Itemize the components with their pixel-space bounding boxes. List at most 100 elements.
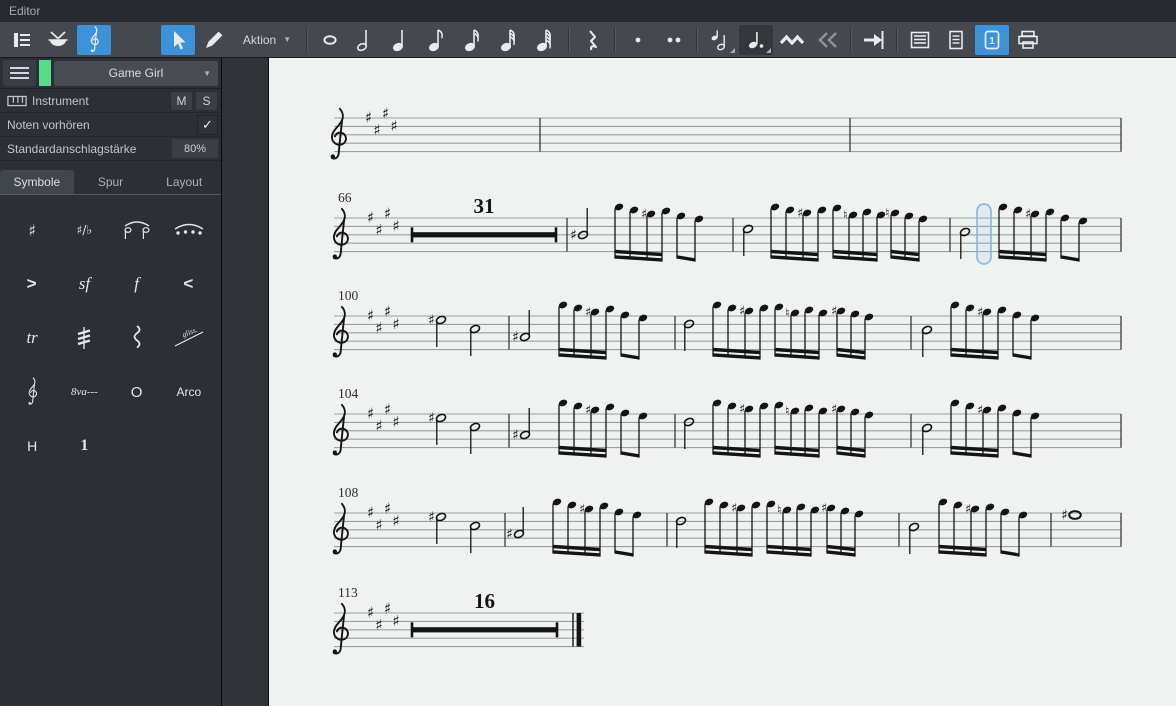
dotted-note-button[interactable]: [739, 24, 773, 55]
svg-text:♯: ♯: [376, 221, 383, 239]
tab-spur[interactable]: Spur: [74, 170, 148, 194]
svg-text:♯: ♯: [393, 217, 400, 235]
select-tool-button[interactable]: [161, 24, 195, 55]
palette-slur-symbol[interactable]: [163, 203, 215, 257]
slur-symbol-icon: [174, 223, 204, 235]
note-preview-row: Noten vorhören ✓: [0, 113, 221, 137]
palette-crescendo-symbol[interactable]: <: [163, 257, 215, 311]
zigzag-icon: [779, 34, 805, 45]
palette-glissando-symbol[interactable]: gliss.: [163, 311, 215, 365]
draw-tool-button[interactable]: [197, 25, 231, 55]
palette-h-chord-symbol[interactable]: H: [6, 419, 58, 473]
window-title-bar: Editor: [0, 0, 1176, 22]
toolbar-separator: [614, 26, 616, 53]
track-selector[interactable]: Game Girl ▼: [54, 60, 218, 86]
svg-text:♯: ♯: [570, 228, 577, 244]
grace-note-button[interactable]: [703, 25, 737, 55]
note-sixteenth-button[interactable]: [457, 25, 491, 55]
svg-text:♯: ♯: [831, 401, 837, 416]
editor-body: Game Girl ▼ Instrument M S Noten vorhöre…: [0, 58, 1176, 706]
nav-left-button[interactable]: [811, 25, 845, 55]
svg-text:♯: ♯: [977, 304, 983, 319]
tab-symbole[interactable]: Symbole: [0, 170, 74, 194]
svg-text:♯: ♯: [376, 417, 383, 435]
note-preview-label: Noten vorhören: [7, 117, 90, 132]
grace-icon: [711, 30, 725, 50]
rest-button[interactable]: [575, 25, 609, 55]
palette-forte-symbol[interactable]: f: [111, 257, 163, 311]
mute-button[interactable]: M: [170, 90, 193, 111]
event-list-button[interactable]: [5, 25, 39, 55]
palette-sforzando-symbol[interactable]: sf: [58, 257, 110, 311]
note-preview-checkbox[interactable]: ✓: [197, 114, 218, 135]
score-canvas[interactable]: ♯ ♯ ♯ ♯ 66 ♯ ♯ ♯ ♯ 31 ♯ ♯ ♯ ♮ ♮ ♯ 100 ♯ ♯ ♯ ♯ ♯ ♯ ♯ ♯ ♮ ♯ ♯ 104 ♯ ♯…: [269, 58, 1176, 706]
page-mode-button[interactable]: [939, 25, 973, 55]
palette-label: O: [130, 383, 143, 401]
chevrons-icon: [818, 31, 837, 48]
note-whole-button[interactable]: [313, 25, 347, 55]
toolbar-separator: [850, 26, 852, 53]
tab-layout[interactable]: Layout: [147, 170, 221, 194]
score-editor-button[interactable]: [77, 24, 111, 55]
drum-editor-button[interactable]: [41, 25, 75, 55]
chevron-down-icon: ▼: [283, 35, 292, 44]
toolbar-separator: [696, 26, 698, 53]
note-quarter-button[interactable]: [385, 25, 419, 55]
note-eighth-button[interactable]: [421, 25, 455, 55]
svg-text:♯: ♯: [641, 206, 647, 221]
page-indicator-button[interactable]: 1: [975, 24, 1009, 55]
list-edit-button[interactable]: [903, 25, 937, 55]
palette-arpeggio-symbol[interactable]: [111, 311, 163, 365]
dot-button[interactable]: [621, 25, 655, 55]
svg-text:♯: ♯: [585, 304, 591, 319]
palette-tremolo-symbol[interactable]: [58, 311, 110, 365]
palette-harmonic-symbol[interactable]: O: [111, 365, 163, 419]
window-title: Editor: [9, 4, 41, 18]
svg-text:♯: ♯: [384, 204, 391, 222]
palette-label: sf: [78, 274, 91, 293]
palette-accent-symbol[interactable]: >: [6, 257, 58, 311]
printer-icon: [1018, 30, 1038, 49]
palette-sharp-symbol[interactable]: ♯: [6, 203, 58, 257]
svg-text:♯: ♯: [367, 504, 374, 522]
palette-one-chord-symbol[interactable]: 1: [58, 419, 110, 473]
svg-text:♯: ♯: [831, 303, 837, 318]
palette-octave-symbol[interactable]: 8va---: [58, 365, 110, 419]
display-quantize-button[interactable]: [775, 25, 809, 55]
palette-enharmonic-shift-symbol[interactable]: ♯/♭: [58, 203, 110, 257]
palette-arco-symbol[interactable]: Arco: [163, 365, 215, 419]
svg-text:♯: ♯: [382, 104, 389, 122]
svg-text:♮: ♮: [843, 207, 847, 222]
clef-symbol-icon: [28, 377, 37, 405]
svg-text:♮: ♮: [785, 305, 789, 320]
palette-trill-symbol[interactable]: tr: [6, 311, 58, 365]
velocity-value[interactable]: 80%: [172, 139, 218, 158]
print-button[interactable]: [1011, 25, 1045, 55]
svg-text:♯: ♯: [367, 604, 374, 622]
menu-button[interactable]: [3, 60, 36, 86]
page-icon: 1: [984, 30, 1000, 49]
svg-text:♯: ♯: [821, 500, 827, 515]
doc-icon: [949, 30, 963, 49]
piano-icon: [7, 95, 27, 106]
svg-text:♯: ♯: [367, 307, 374, 325]
svg-text:♯: ♯: [393, 512, 400, 530]
note-thirtysecond-button[interactable]: [493, 25, 527, 55]
goto-end-button[interactable]: [857, 25, 891, 55]
dot-icon: [635, 37, 641, 42]
double-dot-button[interactable]: [657, 25, 691, 55]
action-menu[interactable]: Aktion ▼: [234, 25, 300, 55]
svg-text:♯: ♯: [512, 428, 519, 444]
solo-button[interactable]: S: [195, 90, 218, 111]
palette-clef-symbol[interactable]: [6, 365, 58, 419]
note-sixtyfourth-button[interactable]: [529, 25, 563, 55]
toolbar-separator: [568, 26, 570, 53]
action-menu-label: Aktion: [242, 32, 277, 47]
svg-text:♯: ♯: [428, 510, 435, 526]
svg-text:♮: ♮: [777, 502, 781, 517]
palette-tie-symbol[interactable]: [111, 203, 163, 257]
note-half-button[interactable]: [349, 25, 383, 55]
corner-dropdown-icon: [730, 47, 735, 53]
arrow-icon: [174, 30, 186, 49]
svg-text:♯: ♯: [376, 319, 383, 337]
